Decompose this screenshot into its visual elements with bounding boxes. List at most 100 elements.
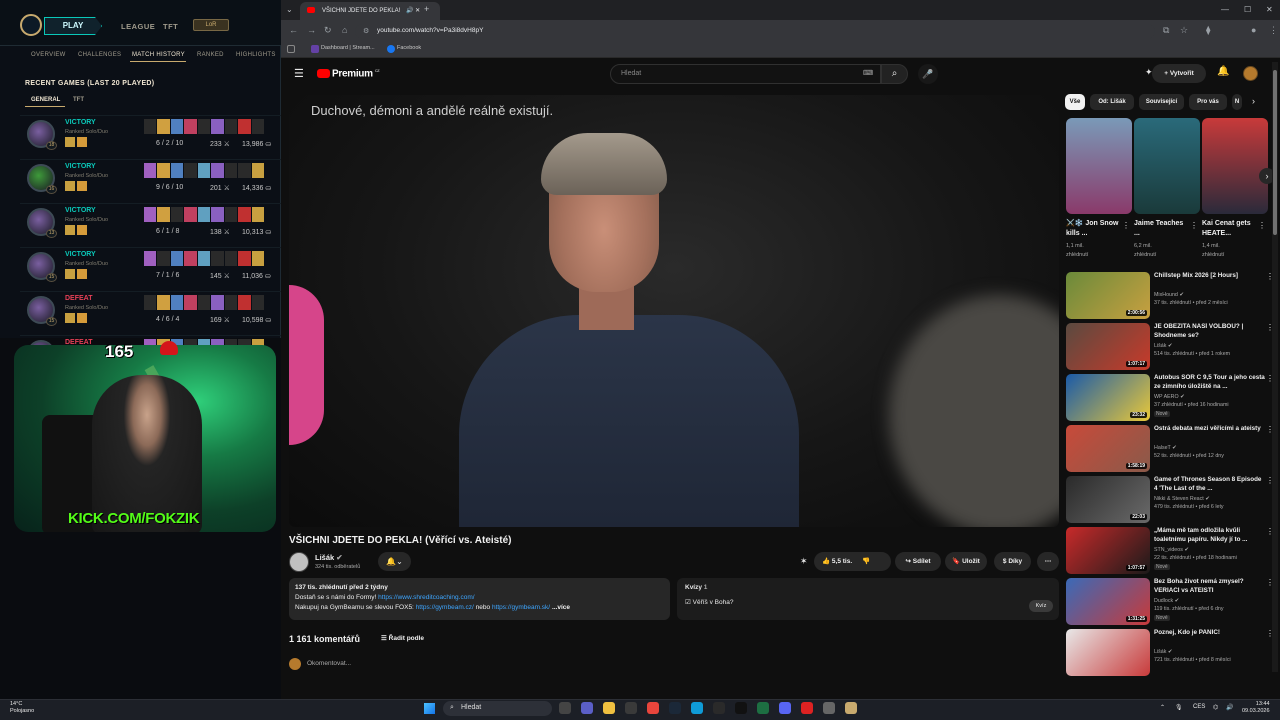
video-title-link[interactable]: JE OBEZITA NAŠÍ VOLBOU? | Shodneme se?	[1154, 323, 1266, 340]
nav-tft[interactable]: TFT	[163, 22, 178, 31]
recommended-video[interactable]: 1:07:17 JE OBEZITA NAŠÍ VOLBOU? | Shodne…	[1066, 323, 1274, 373]
steam-icon[interactable]	[669, 702, 681, 714]
bookmark-facebook[interactable]: Facebook	[397, 45, 421, 51]
video-thumbnail[interactable]: 23:32	[1066, 374, 1150, 421]
video-channel[interactable]: Lišák ✔	[1154, 649, 1172, 655]
file-explorer-icon[interactable]	[603, 702, 615, 714]
teams-icon[interactable]	[581, 702, 593, 714]
sort-button[interactable]: ☰ Řadit podle	[381, 634, 424, 642]
site-info-icon[interactable]: ⚙	[363, 27, 369, 35]
subscription-bell-button[interactable]: 🔔⌄	[378, 552, 411, 571]
more-link[interactable]: ...více	[552, 604, 570, 611]
subnav-match-history[interactable]: MATCH HISTORY	[132, 52, 185, 58]
url-field[interactable]: youtube.com/watch?v=Pa3i8dvH8pY	[355, 24, 1155, 39]
chip-from-lisak[interactable]: Od: Lišák	[1090, 94, 1134, 110]
youtube-logo-text[interactable]: Premium CZ	[332, 68, 380, 79]
video-title-link[interactable]: Ostrá debata mezi věřícími a ateisty	[1154, 425, 1266, 434]
match-row[interactable]: 15 DEFEAT Ranked Solo/Duo 4 / 6 / 4 169 …	[20, 291, 282, 331]
description-box[interactable]: 137 tis. zhlédnutí před 2 týdny Dostaň s…	[289, 578, 670, 620]
weather-widget[interactable]: 14°C Polojasno	[10, 701, 34, 715]
profile-avatar-icon[interactable]: ●	[1251, 25, 1256, 35]
maximize-icon[interactable]: ☐	[1244, 5, 1251, 14]
video-channel[interactable]: HalseT ✔	[1154, 445, 1177, 451]
chip-related[interactable]: Související	[1139, 94, 1184, 110]
network-icon[interactable]: ⌬	[1213, 704, 1218, 711]
recommended-video[interactable]: 2:00:56 Chillstep Mix 2026 [2 Hours] Mix…	[1066, 272, 1274, 322]
obs-icon[interactable]	[713, 702, 725, 714]
video-channel[interactable]: Nikki & Steven React ✔	[1154, 496, 1210, 502]
app-red-icon[interactable]	[801, 702, 813, 714]
chip-for-you[interactable]: Pro vás	[1189, 94, 1227, 110]
video-thumbnail[interactable]: 22:03	[1066, 476, 1150, 523]
forward-icon[interactable]: →	[307, 25, 316, 35]
nav-league[interactable]: LEAGUE	[121, 22, 155, 31]
reload-icon[interactable]: ↻	[324, 25, 332, 36]
recommended-video[interactable]: Poznej, Kdo je PANIC! Lišák ✔ 721 tis. z…	[1066, 629, 1274, 679]
keyboard-icon[interactable]: ⌨	[863, 69, 873, 77]
channel-avatar[interactable]	[289, 552, 309, 572]
short-thumbnail[interactable]	[1066, 118, 1132, 214]
start-icon[interactable]	[424, 703, 435, 714]
more-actions-icon[interactable]: ⋯	[1037, 552, 1059, 571]
short-menu-icon[interactable]: ⋮	[1122, 221, 1130, 230]
chip-more[interactable]: N	[1232, 94, 1242, 110]
close-icon[interactable]: ✕	[1266, 5, 1273, 14]
gymbeam-sk-link[interactable]: https://gymbeam.sk/	[492, 604, 550, 611]
subnav-highlights[interactable]: HIGHLIGHTS	[236, 52, 276, 58]
short-thumbnail[interactable]	[1202, 118, 1268, 214]
settings-icon[interactable]	[823, 702, 835, 714]
play-button[interactable]: PLAY	[44, 17, 102, 35]
notifications-bell-icon[interactable]: 🔔	[1217, 66, 1229, 77]
recommended-video[interactable]: 23:32 Autobus SOR C 9,5 Tour a jeho cest…	[1066, 374, 1274, 424]
share-button[interactable]: ↪ Sdílet	[895, 552, 941, 571]
video-channel[interactable]: WP AERO ✔	[1154, 394, 1185, 400]
like-button[interactable]: 👍 5,5 tis. 👎	[814, 552, 891, 571]
lor-badge[interactable]: LoR	[193, 19, 229, 31]
bookmark-star-icon[interactable]: ☆	[1180, 25, 1188, 36]
short-title[interactable]: Jaime Teaches ...	[1134, 219, 1190, 239]
video-thumbnail[interactable]: 1:07:57	[1066, 527, 1150, 574]
mic-icon[interactable]: 🎤	[918, 64, 938, 84]
video-channel[interactable]: Dudlock ✔	[1154, 598, 1179, 604]
recommended-video[interactable]: 1:07:57 „Máma mě tam odložila kvůli toal…	[1066, 527, 1274, 577]
video-thumbnail[interactable]: 1:31:25	[1066, 578, 1150, 625]
video-channel[interactable]: Lišák ✔	[1154, 343, 1172, 349]
video-thumbnail[interactable]	[1066, 629, 1150, 676]
tab-general[interactable]: GENERAL	[31, 97, 60, 103]
minimize-icon[interactable]: —	[1221, 5, 1229, 14]
recommended-video[interactable]: 22:03 Game of Thrones Season 8 Episode 4…	[1066, 476, 1274, 526]
excel-icon[interactable]	[757, 702, 769, 714]
create-button[interactable]: + Vytvořit	[1152, 64, 1206, 83]
home-icon[interactable]: ⌂	[342, 25, 347, 35]
chip-all[interactable]: Vše	[1065, 94, 1085, 110]
clock[interactable]: 13:44 09.03.2026	[1242, 701, 1270, 715]
quiz-button[interactable]: Kvíz	[1029, 600, 1053, 612]
app-lol-icon[interactable]	[845, 702, 857, 714]
account-avatar[interactable]	[1243, 66, 1258, 81]
volume-icon[interactable]: 🔊	[1226, 704, 1233, 711]
bookmark-dashboard[interactable]: Dashboard | Stream...	[321, 45, 375, 51]
recommended-video[interactable]: 1:31:25 Bez Boha život nemá zmysel? VERI…	[1066, 578, 1274, 628]
save-button[interactable]: 🔖 Uložit	[945, 552, 987, 571]
apps-grid-icon[interactable]	[287, 45, 295, 53]
tray-mic-icon[interactable]: 🎙	[1175, 704, 1183, 711]
match-row[interactable]: 15 VICTORY Ranked Solo/Duo 7 / 1 / 6 145…	[20, 247, 282, 287]
video-channel[interactable]: MixHound ✔	[1154, 292, 1184, 298]
short-menu-icon[interactable]: ⋮	[1190, 221, 1198, 230]
subnav-challenges[interactable]: CHALLENGES	[78, 52, 121, 58]
discord-icon[interactable]	[779, 702, 791, 714]
video-title-link[interactable]: Chillstep Mix 2026 [2 Hours]	[1154, 272, 1266, 281]
match-row[interactable]: 18 VICTORY Ranked Solo/Duo 6 / 2 / 10 23…	[20, 115, 282, 155]
recommended-video[interactable]: 1:58:19 Ostrá debata mezi věřícími a ate…	[1066, 425, 1274, 475]
browser-tab[interactable]: VŠICHNI JDETE DO PEKLA! 🔊 ✕	[300, 2, 440, 20]
comment-input[interactable]: Okomentovat...	[307, 660, 351, 667]
video-thumbnail[interactable]: 1:07:17	[1066, 323, 1150, 370]
chips-next-icon[interactable]: ›	[1252, 96, 1255, 106]
video-player[interactable]: Duchové, démoni a andělé reálně existují…	[289, 95, 1059, 527]
hamburger-menu-icon[interactable]: ☰	[294, 67, 304, 80]
language-indicator[interactable]: CES	[1193, 704, 1205, 710]
video-thumbnail[interactable]: 2:00:56	[1066, 272, 1150, 319]
calendar-icon[interactable]	[625, 702, 637, 714]
capcut-icon[interactable]	[735, 702, 747, 714]
menu-dots-icon[interactable]: ⋮	[1269, 25, 1278, 36]
